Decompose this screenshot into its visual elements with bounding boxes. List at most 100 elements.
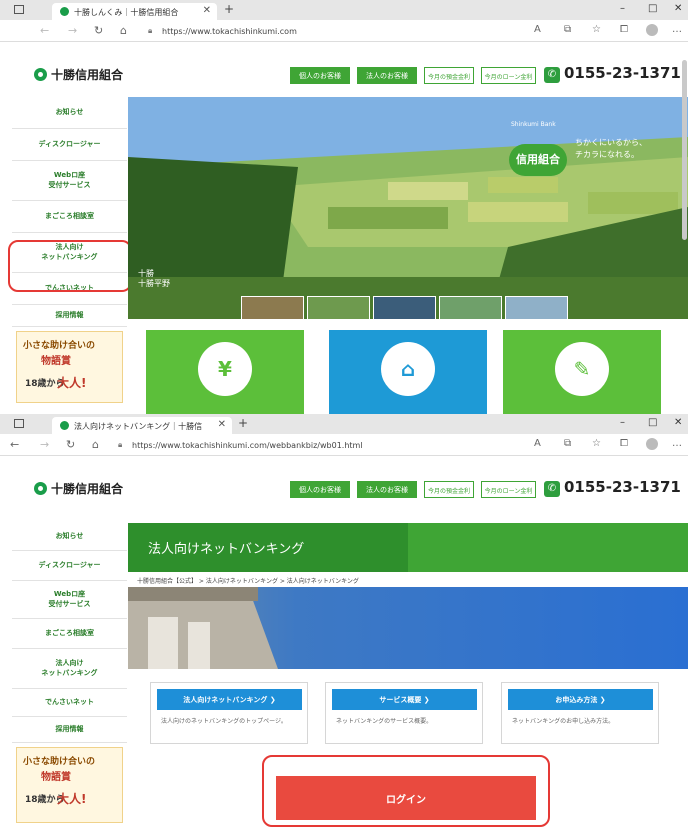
more-menu-icon[interactable]: …: [672, 438, 682, 449]
savings-jar-icon: ¥: [198, 342, 252, 396]
site-logo[interactable]: 十勝信用組合: [34, 480, 123, 497]
address-bar-row: ← → ↻ ⌂ 🔒︎ https://www.tokachishinkumi.c…: [0, 20, 688, 42]
more-menu-icon[interactable]: …: [672, 24, 682, 35]
minimize-icon[interactable]: –: [620, 417, 625, 428]
close-window-icon[interactable]: ✕: [674, 3, 682, 14]
new-tab-icon[interactable]: +: [238, 416, 248, 430]
link-card-netbanking: 法人向けネットバンキング ❯ 法人向けのネットバンキングのトップページ。: [150, 682, 308, 744]
home-icon[interactable]: ⌂: [120, 24, 127, 37]
forward-icon[interactable]: →: [68, 24, 77, 37]
personal-customers-button[interactable]: 個人のお客様: [290, 67, 350, 84]
promo-line-4: 大人!: [57, 792, 87, 806]
phone-icon: ✆: [544, 67, 560, 83]
lock-icon: 🔒︎: [118, 440, 123, 449]
new-tab-icon[interactable]: +: [224, 2, 234, 16]
sidebar-item-web-account[interactable]: Webロ座 受付サービス: [12, 161, 127, 201]
refresh-icon[interactable]: ↻: [66, 438, 75, 451]
sidebar-item-disclosure[interactable]: ディスクロージャー: [12, 551, 127, 581]
breadcrumb[interactable]: 十勝信用組合【公式】 > 法人向けネットバンキング > 法人向けネットバンキング: [137, 576, 359, 585]
promo-banner[interactable]: 小さな助け合いの 物語賞 18歳から 大人!: [16, 747, 123, 823]
promo-line-1: 小さな助け合いの: [23, 341, 96, 351]
browser-tab[interactable]: 十勝しんくみ｜十勝信用組合 ✕: [52, 3, 217, 20]
application-method-desc: ネットバンキングのお申し込み方法。: [512, 718, 615, 725]
tab-close-icon[interactable]: ✕: [203, 5, 211, 16]
back-icon[interactable]: ←: [10, 438, 19, 451]
site-logo[interactable]: 十勝信用組合: [34, 66, 123, 83]
promo-banner[interactable]: 小さな助け合いの 物語賞 18歳から 大人!: [16, 331, 123, 403]
sidebar-item-news[interactable]: お知らせ: [12, 97, 127, 129]
highlight-densai-net: [8, 240, 132, 292]
tile-savings[interactable]: ¥: [146, 330, 304, 414]
minimize-icon[interactable]: –: [620, 3, 625, 14]
home-icon[interactable]: ⌂: [92, 438, 99, 451]
tab-actions-icon[interactable]: ⧉: [564, 438, 571, 449]
loan-rate-button[interactable]: 今月のローン金利: [481, 481, 536, 498]
maximize-icon[interactable]: □: [648, 417, 657, 428]
thumbnail-2[interactable]: [307, 296, 370, 319]
netbanking-top-button[interactable]: 法人向けネットバンキング ❯: [157, 689, 302, 710]
read-aloud-icon[interactable]: A: [534, 438, 541, 449]
collections-icon[interactable]: ⧠: [620, 24, 628, 35]
thumbnail-3[interactable]: [373, 296, 436, 319]
window-menu-icon[interactable]: [14, 419, 24, 428]
refresh-icon[interactable]: ↻: [94, 24, 103, 37]
url-field[interactable]: 🔒︎ https://www.tokachishinkumi.com/webba…: [118, 437, 498, 453]
deposit-rate-button[interactable]: 今月の預金金利: [424, 481, 474, 498]
landscape-illustration: [128, 97, 688, 319]
sidebar-item-news[interactable]: お知らせ: [12, 523, 127, 551]
service-overview-desc: ネットバンキングのサービス概要。: [336, 718, 433, 725]
tile-documents[interactable]: ✎: [503, 330, 661, 414]
sidebar-item-recruit[interactable]: 採用情報: [12, 717, 127, 743]
url-field[interactable]: 🔒︎ https://www.tokachishinkumi.com: [148, 23, 478, 39]
browser-tab[interactable]: 法人向けネットバンキング｜十勝信 ✕: [52, 417, 232, 434]
forward-icon[interactable]: →: [40, 438, 49, 451]
screenshot-top: 十勝しんくみ｜十勝信用組合 ✕ + – □ ✕ ← → ↻ ⌂ 🔒︎ https…: [0, 0, 688, 414]
corporate-customers-button[interactable]: 法人のお客様: [357, 67, 417, 84]
thumbnail-5[interactable]: [505, 296, 568, 319]
sidebar-item-corporate-netbanking[interactable]: 法人向け ネットバンキング: [12, 649, 127, 689]
thumbnail-1[interactable]: [241, 296, 304, 319]
profile-avatar-icon[interactable]: [646, 24, 658, 36]
sidebar-item-recruit[interactable]: 採用情報: [12, 305, 127, 327]
sidebar-item-consultation[interactable]: まごころ相談室: [12, 619, 127, 649]
loan-rate-button[interactable]: 今月のローン金利: [481, 67, 536, 84]
thumbnail-4[interactable]: [439, 296, 502, 319]
corporate-customers-button[interactable]: 法人のお客様: [357, 481, 417, 498]
sidebar-item-web-account[interactable]: Webロ座 受付サービス: [12, 581, 127, 619]
tab-actions-icon[interactable]: ⧉: [564, 24, 571, 35]
tab-title: 十勝しんくみ｜十勝信用組合: [74, 8, 179, 17]
highlight-login: [262, 755, 550, 827]
sidebar-item-densai-net[interactable]: でんさいネット: [12, 689, 127, 717]
page-title-bar: 法人向けネットバンキング: [128, 523, 688, 572]
close-window-icon[interactable]: ✕: [674, 417, 682, 428]
collections-icon[interactable]: ⧠: [620, 438, 628, 449]
browser-tab-bar: 法人向けネットバンキング｜十勝信 ✕ + – □ ✕: [0, 414, 688, 434]
deposit-rate-button[interactable]: 今月の預金金利: [424, 67, 474, 84]
favorites-icon[interactable]: ☆: [592, 438, 601, 449]
personal-customers-button[interactable]: 個人のお客様: [290, 481, 350, 498]
maximize-icon[interactable]: □: [648, 3, 657, 14]
tab-close-icon[interactable]: ✕: [218, 419, 226, 430]
sidebar-item-consultation[interactable]: まごころ相談室: [12, 201, 127, 233]
page-scrollbar[interactable]: [682, 60, 687, 240]
favorites-icon[interactable]: ☆: [592, 24, 601, 35]
profile-avatar-icon[interactable]: [646, 438, 658, 450]
browser-tab-bar: 十勝しんくみ｜十勝信用組合 ✕ + – □ ✕: [0, 0, 688, 20]
tile-housing[interactable]: ⌂: [329, 330, 487, 414]
service-overview-button[interactable]: サービス概要 ❯: [332, 689, 477, 710]
hero-tagline: ちかくにいるから、 チカラになれる。: [575, 138, 647, 159]
logo-mark-icon: [34, 68, 47, 81]
phone-number: ✆ 0155-23-1371: [544, 478, 681, 497]
application-method-button[interactable]: お申込み方法 ❯: [508, 689, 653, 710]
lock-icon: 🔒︎: [148, 26, 153, 35]
promo-line-4: 大人!: [57, 376, 87, 390]
site-header: 十勝信用組合 個人のお客様 法人のお客様 今月の預金金利 今月のローン金利 ✆ 0…: [0, 456, 688, 516]
link-card-application: お申込み方法 ❯ ネットバンキングのお申し込み方法。: [501, 682, 659, 744]
sidebar-item-disclosure[interactable]: ディスクロージャー: [12, 129, 127, 161]
hero-badge: 信用組合: [509, 144, 567, 176]
window-menu-icon[interactable]: [14, 5, 24, 14]
promo-line-1: 小さな助け合いの: [23, 757, 96, 767]
read-aloud-icon[interactable]: A: [534, 24, 541, 35]
back-icon[interactable]: ←: [40, 24, 49, 37]
screenshot-bottom: 法人向けネットバンキング｜十勝信 ✕ + – □ ✕ ← → ↻ ⌂ 🔒︎ ht…: [0, 414, 688, 831]
